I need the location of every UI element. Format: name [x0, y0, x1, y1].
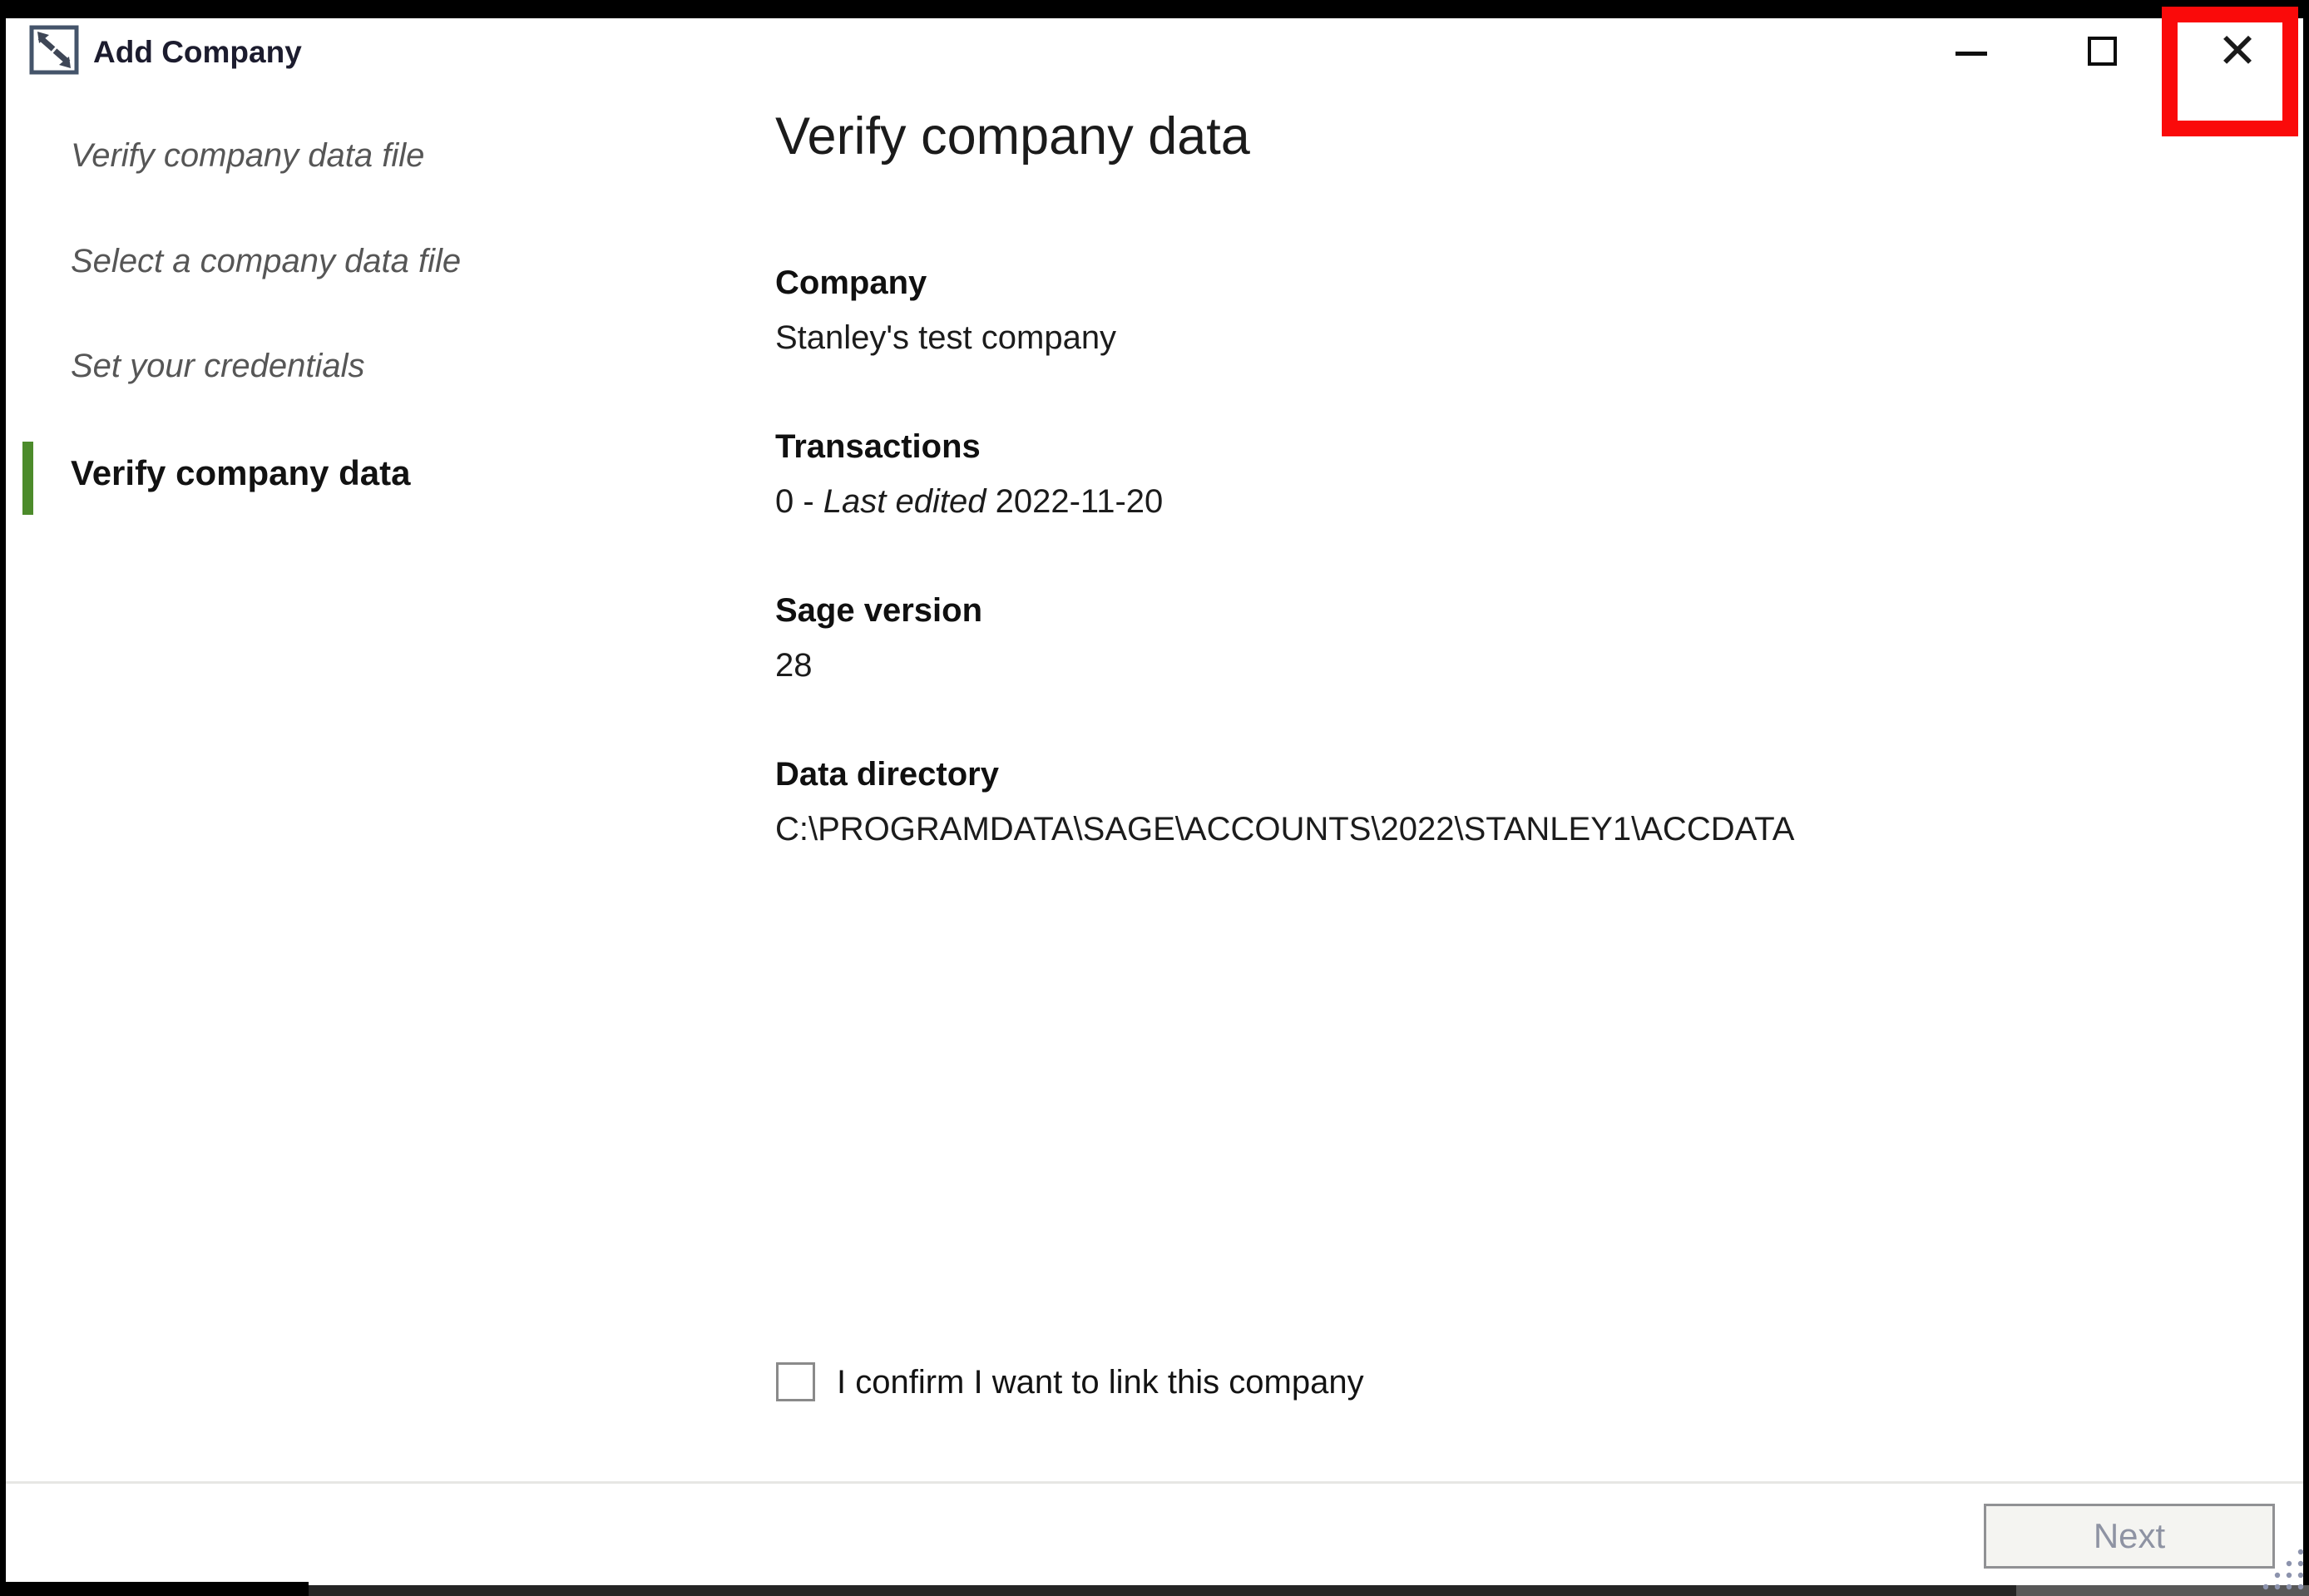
window-border-right [2303, 0, 2309, 1585]
sidebar-step-verify-company-data-file[interactable]: Verify company data file [71, 137, 424, 175]
close-button-highlight-annotation [2162, 7, 2298, 136]
window-border-bottom-left [0, 1582, 309, 1596]
sidebar-step-select-a-company-data-file[interactable]: Select a company data file [71, 243, 461, 280]
maximize-icon [2088, 37, 2117, 66]
minimize-button[interactable] [1940, 25, 2003, 83]
maximize-button[interactable] [2071, 23, 2134, 82]
window-title: Add Company [93, 35, 302, 70]
confirm-link-checkbox[interactable] [776, 1362, 815, 1401]
page-title: Verify company data [775, 106, 1250, 166]
transactions-last-edited-label: Last edited [823, 483, 986, 520]
resize-grip[interactable] [2261, 1549, 2306, 1594]
window-border-top [0, 0, 2309, 18]
footer-divider [6, 1481, 2303, 1484]
data-directory-field-label: Data directory [775, 756, 999, 793]
minimize-icon [1955, 52, 1987, 56]
confirm-link-checkbox-label[interactable]: I confirm I want to link this company [837, 1364, 1364, 1401]
active-step-indicator [22, 442, 33, 515]
window-border-left [0, 0, 6, 1585]
transactions-field-label: Transactions [775, 428, 981, 466]
next-button[interactable]: Next [1984, 1504, 2275, 1569]
company-field-value: Stanley's test company [775, 319, 1116, 357]
transactions-field-value: 0 - Last edited 2022-11-20 [775, 483, 1163, 521]
transactions-count: 0 - [775, 483, 823, 520]
sidebar-step-verify-company-data[interactable]: Verify company data [71, 453, 411, 493]
add-company-app-icon [29, 25, 79, 79]
window-border-bottom [309, 1585, 2016, 1596]
sidebar-step-set-your-credentials[interactable]: Set your credentials [71, 348, 365, 385]
add-company-dialog: Add Company ✕ Verify company data file S… [0, 0, 2309, 1596]
transactions-last-edited-date: 2022-11-20 [986, 483, 1164, 520]
company-field-label: Company [775, 264, 927, 302]
sage-version-field-value: 28 [775, 647, 813, 684]
data-directory-field-value: C:\PROGRAMDATA\SAGE\ACCOUNTS\2022\STANLE… [775, 811, 1794, 848]
sage-version-field-label: Sage version [775, 592, 982, 630]
